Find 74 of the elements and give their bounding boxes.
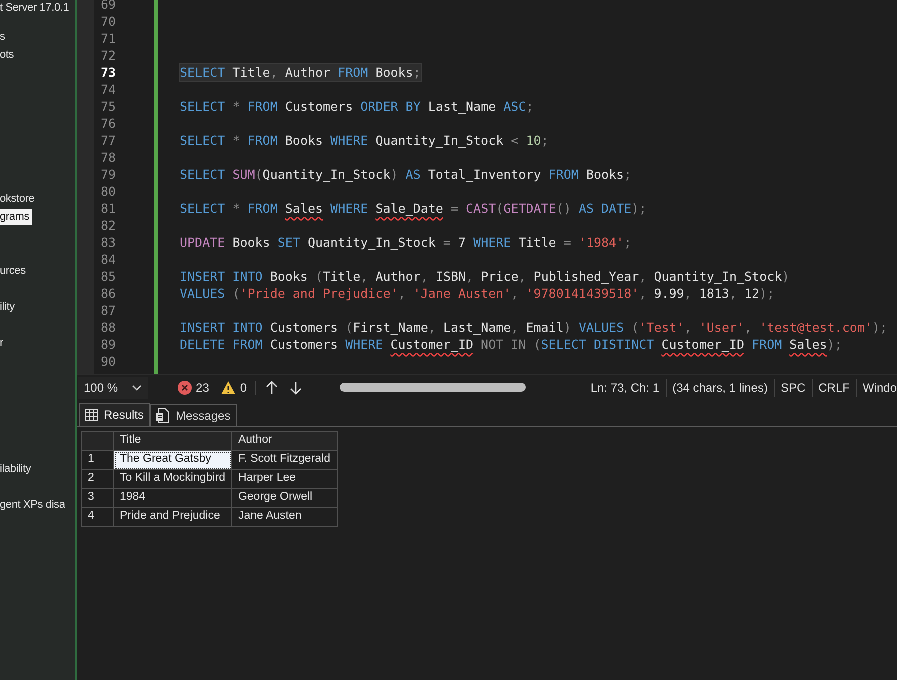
line-number: 75 <box>100 98 118 115</box>
tree-item[interactable]: r <box>0 335 6 351</box>
chevron-down-icon <box>132 384 142 390</box>
line-number: 79 <box>100 166 118 183</box>
tree-item[interactable]: okstore <box>0 191 37 207</box>
corner-cell <box>82 432 114 450</box>
results-tab[interactable]: Results <box>79 403 150 426</box>
up-arrow-icon[interactable] <box>266 380 278 394</box>
line-number: 70 <box>100 13 118 30</box>
zoom-value: 100 % <box>84 380 118 396</box>
warning-count[interactable]: 0 <box>240 378 248 396</box>
line-number: 74 <box>100 81 118 98</box>
column-header[interactable]: Author <box>232 432 338 450</box>
table-cell: Jane Austen <box>232 508 338 526</box>
tree-item[interactable]: ility <box>0 299 17 315</box>
error-icon <box>178 380 192 394</box>
line-number: 72 <box>100 47 118 64</box>
tree-item[interactable]: gent XPs disa <box>0 497 68 513</box>
document-icon <box>156 408 170 423</box>
table-cell: The Great Gatsby <box>114 450 232 470</box>
table-cell: F. Scott Fitzgerald <box>232 450 338 470</box>
table-cell: Harper Lee <box>232 470 338 488</box>
line-number: 73 <box>100 64 118 81</box>
line-number: 69 <box>100 0 118 13</box>
tree-item[interactable]: ots <box>0 47 16 63</box>
line-number: 87 <box>100 302 118 319</box>
line-number: 85 <box>100 268 118 285</box>
code-line: INSERT INTO Customers (First_Name, Last_Name, Email) VALUES ('Test', 'User', 'test@test.com'); <box>180 319 888 336</box>
line-number: 83 <box>100 234 118 251</box>
line-number: 88 <box>100 319 118 336</box>
code-line: SELECT SUM(Quantity_In_Stock) AS Total_Inventory FROM Books; <box>180 166 632 183</box>
zoom-dropdown[interactable]: 100 % <box>78 376 148 398</box>
code-line: INSERT INTO Books (Title, Author, ISBN, Price, Published_Year, Quantity_In_Stock) <box>180 268 790 285</box>
encoding[interactable]: Windo <box>856 378 897 396</box>
grid-icon <box>85 409 98 421</box>
table-cell: 1984 <box>114 488 232 508</box>
line-number: 89 <box>100 336 118 353</box>
indent-mode[interactable]: SPC <box>774 378 812 396</box>
line-number: 80 <box>100 183 118 200</box>
tree-item[interactable]: ilability <box>0 461 34 477</box>
line-ending[interactable]: CRLF <box>812 378 856 396</box>
line-number: 77 <box>100 132 118 149</box>
line-number: 86 <box>100 285 118 302</box>
tree-item[interactable]: urces <box>0 263 28 279</box>
code-line: SELECT * FROM Customers ORDER BY Last_Name ASC; <box>180 98 534 115</box>
tree-item[interactable]: t Server 17.0.1 <box>0 0 72 16</box>
table-cell: George Orwell <box>232 488 338 508</box>
row-number: 4 <box>82 508 114 526</box>
tree-item[interactable]: grams <box>0 209 32 225</box>
line-number: 76 <box>100 115 118 132</box>
tree-item[interactable]: s <box>0 29 8 45</box>
column-header[interactable]: Title <box>114 432 232 450</box>
row-number: 3 <box>82 488 114 508</box>
line-number: 84 <box>100 251 118 268</box>
line-number: 71 <box>100 30 118 47</box>
error-count[interactable]: 23 <box>196 378 210 396</box>
results-tab[interactable]: Messages <box>150 404 237 426</box>
cursor-position[interactable]: Ln: 73, Ch: 1 <box>584 378 666 396</box>
down-arrow-icon[interactable] <box>290 380 302 394</box>
code-line: SELECT * FROM Sales WHERE Sale_Date = CAST(GETDATE() AS DATE); <box>180 200 647 217</box>
code-line: SELECT * FROM Books WHERE Quantity_In_Stock < 10; <box>180 132 549 149</box>
warning-icon <box>221 380 236 394</box>
line-number: 82 <box>100 217 118 234</box>
table-cell: Pride and Prejudice <box>114 508 232 526</box>
code-line: UPDATE Books SET Quantity_In_Stock = 7 WHERE Title = '1984'; <box>180 234 632 251</box>
code-line: DELETE FROM Customers WHERE Customer_ID NOT IN (SELECT DISTINCT Customer_ID FROM Sales); <box>180 336 842 353</box>
scrollbar-thumb[interactable] <box>340 383 526 392</box>
code-line: VALUES ('Pride and Prejudice', 'Jane Austen', '9780141439518', 9.99, 1813, 12); <box>180 285 775 302</box>
line-number: 81 <box>100 200 118 217</box>
line-number: 78 <box>100 149 118 166</box>
line-number: 90 <box>100 353 118 370</box>
selection-info[interactable]: (34 chars, 1 lines) <box>666 378 774 396</box>
row-number: 2 <box>82 470 114 488</box>
table-cell: To Kill a Mockingbird <box>114 470 232 488</box>
